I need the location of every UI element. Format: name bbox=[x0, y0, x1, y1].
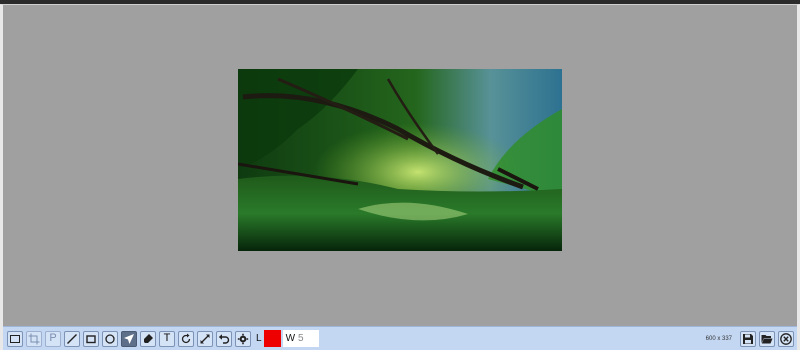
pen-p-icon: P bbox=[49, 332, 57, 344]
close-icon bbox=[780, 332, 792, 345]
image-dimensions: 600 x 337 bbox=[705, 335, 732, 342]
gear-icon bbox=[237, 333, 249, 344]
close-button[interactable] bbox=[778, 330, 794, 347]
text-tool[interactable]: T bbox=[159, 330, 175, 347]
folder-open-icon bbox=[761, 334, 773, 343]
select-rect-tool[interactable] bbox=[7, 330, 23, 347]
arrow-pointer-icon bbox=[124, 333, 134, 344]
settings-tool[interactable] bbox=[235, 330, 251, 347]
ellipse-icon bbox=[105, 333, 115, 344]
arrow-tool[interactable] bbox=[121, 330, 137, 347]
highlighter-icon bbox=[144, 333, 153, 343]
save-button[interactable] bbox=[740, 330, 756, 347]
rotate-icon bbox=[181, 333, 191, 343]
editor-toolbar: P T L W 5 600 x 337 bbox=[3, 326, 797, 350]
highlighter-tool[interactable] bbox=[140, 330, 156, 347]
crop-icon bbox=[28, 333, 40, 344]
resize-icon bbox=[200, 334, 210, 343]
rectangle-icon bbox=[86, 334, 96, 343]
stroke-width-label: W bbox=[285, 333, 296, 344]
pen-tool[interactable]: P bbox=[45, 330, 61, 347]
text-icon: T bbox=[163, 332, 171, 344]
crop-tool[interactable] bbox=[26, 330, 42, 347]
line-icon bbox=[67, 333, 77, 344]
ellipse-tool[interactable] bbox=[102, 330, 118, 347]
stroke-width-field[interactable]: W 5 bbox=[282, 330, 319, 347]
rotate-tool[interactable] bbox=[178, 330, 194, 347]
resize-tool[interactable] bbox=[197, 330, 213, 347]
stroke-color-swatch[interactable] bbox=[263, 330, 281, 347]
stroke-width-value: 5 bbox=[298, 333, 304, 344]
undo-tool[interactable] bbox=[216, 330, 232, 347]
forest-river-photo bbox=[238, 69, 562, 251]
canvas-image[interactable] bbox=[238, 69, 562, 251]
rectangle-select-icon bbox=[10, 334, 20, 343]
line-color-label: L bbox=[256, 333, 262, 344]
save-icon bbox=[743, 333, 753, 344]
open-button[interactable] bbox=[759, 330, 775, 347]
rectangle-tool[interactable] bbox=[83, 330, 99, 347]
line-tool[interactable] bbox=[64, 330, 80, 347]
undo-icon bbox=[218, 333, 230, 344]
